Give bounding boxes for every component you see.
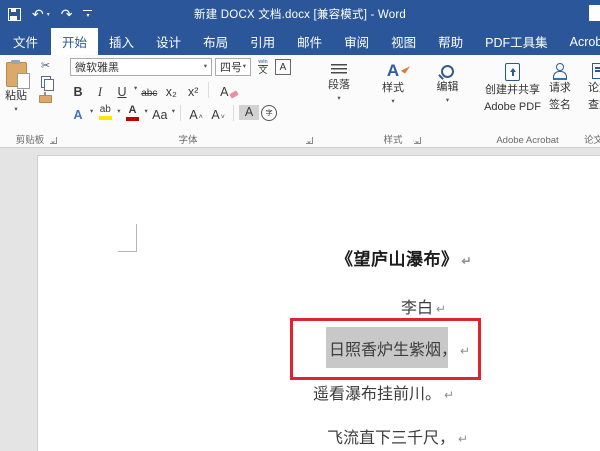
paragraph-mark-icon: ↵ bbox=[436, 302, 446, 316]
brush-icon bbox=[401, 63, 410, 73]
styles-icon: A bbox=[387, 62, 399, 79]
ribbon: 粘贴 ▾ ✂ 剪贴板 微软雅黑 ▾ 四号 ▾ wén 文 bbox=[0, 55, 600, 148]
tab-design[interactable]: 设计 bbox=[145, 28, 192, 55]
adobe-acrobat-group: 创建并共享 Adobe PDF 请求 签名 Adobe Acrobat bbox=[471, 55, 584, 147]
tab-help[interactable]: 帮助 bbox=[427, 28, 474, 55]
superscript-button[interactable]: x² bbox=[183, 80, 203, 99]
poem-title[interactable]: 《望庐山瀑布》↵ bbox=[336, 245, 472, 270]
tab-review[interactable]: 审阅 bbox=[333, 28, 380, 55]
tab-home[interactable]: 开始 bbox=[51, 28, 98, 55]
highlight-color-bar bbox=[99, 116, 112, 120]
tab-file[interactable]: 文件 bbox=[0, 28, 51, 55]
signature-person-icon bbox=[552, 63, 568, 79]
font-color-bar bbox=[126, 117, 139, 121]
search-icon bbox=[441, 65, 454, 78]
underline-button[interactable]: U bbox=[112, 80, 132, 99]
styles-dialog-launcher[interactable] bbox=[414, 137, 421, 144]
text-effects-button[interactable]: A bbox=[68, 103, 88, 122]
font-group: 微软雅黑 ▾ 四号 ▾ wén 文 A B I U ▾ abc x₂ x² A bbox=[60, 55, 316, 147]
acrobat-group-label: Adobe Acrobat bbox=[471, 135, 584, 146]
styles-label: 样式 bbox=[382, 82, 404, 96]
editing-label: 编辑 bbox=[437, 81, 459, 95]
window-title: 新建 DOCX 文档.docx [兼容模式] - Word bbox=[0, 0, 600, 28]
font-size-chevron-down-icon[interactable]: ▾ bbox=[243, 64, 246, 71]
shrink-font-button[interactable]: A˅ bbox=[208, 103, 228, 122]
strikethrough-button[interactable]: abc bbox=[139, 80, 159, 99]
font-size-combobox[interactable]: 四号 ▾ bbox=[215, 58, 251, 76]
clipboard-group: 粘贴 ▾ ✂ 剪贴板 bbox=[0, 55, 60, 147]
paragraph-lines-icon bbox=[331, 64, 347, 76]
text-effects-chevron-down-icon[interactable]: ▾ bbox=[90, 109, 93, 116]
subscript-button[interactable]: x₂ bbox=[161, 80, 181, 99]
poem-line-3[interactable]: 飞流直下三千尺，↵ bbox=[327, 424, 468, 448]
font-color-chevron-down-icon[interactable]: ▾ bbox=[145, 109, 148, 116]
grow-font-button[interactable]: A˄ bbox=[186, 103, 206, 122]
character-shading-button[interactable]: A bbox=[239, 105, 259, 120]
styles-group: A 样式 ▾ 样式 bbox=[362, 55, 424, 147]
baidu-group-label: 论文查重 bbox=[584, 132, 600, 146]
title-bar: ↶ ▾ ↷ ▾ 新建 DOCX 文档.docx [兼容模式] - Word bbox=[0, 0, 600, 28]
font-name-combobox[interactable]: 微软雅黑 ▾ bbox=[70, 58, 212, 76]
editing-chevron-down-icon[interactable]: ▾ bbox=[446, 98, 449, 105]
titlebar-clipped-control bbox=[589, 5, 600, 21]
font-color-button[interactable]: A bbox=[123, 103, 143, 122]
underline-chevron-down-icon[interactable]: ▾ bbox=[134, 86, 137, 93]
clear-formatting-button[interactable]: A bbox=[214, 80, 234, 99]
font-dialog-launcher[interactable] bbox=[306, 137, 313, 144]
character-border-icon[interactable]: A bbox=[275, 59, 291, 75]
change-case-chevron-down-icon[interactable]: ▾ bbox=[172, 109, 175, 116]
copy-icon[interactable] bbox=[41, 76, 51, 88]
paragraph-label: 段落 bbox=[328, 79, 350, 93]
font-name-chevron-down-icon[interactable]: ▾ bbox=[204, 64, 207, 71]
poem-author[interactable]: 李白↵ bbox=[401, 294, 446, 318]
enclose-characters-icon[interactable]: 字 bbox=[261, 105, 277, 121]
paragraph-chevron-down-icon[interactable]: ▾ bbox=[337, 96, 340, 103]
bold-button[interactable]: B bbox=[68, 80, 88, 99]
font-name-value: 微软雅黑 bbox=[75, 59, 119, 75]
paragraph-button[interactable]: 段落 ▾ bbox=[316, 55, 362, 127]
baidu-clipped-group: 论文 查重 论文查重 bbox=[584, 55, 600, 147]
tab-layout[interactable]: 布局 bbox=[192, 28, 239, 55]
margin-corner-mark bbox=[118, 224, 137, 252]
paragraph-mark-icon: ↵ bbox=[444, 388, 454, 402]
editing-group: 编辑 ▾ bbox=[424, 55, 471, 147]
change-case-button[interactable]: Aa bbox=[150, 103, 170, 122]
tab-insert[interactable]: 插入 bbox=[98, 28, 145, 55]
paragraph-mark-icon: ↵ bbox=[462, 254, 473, 268]
pdf-document-icon bbox=[505, 63, 520, 81]
tab-mailings[interactable]: 邮件 bbox=[286, 28, 333, 55]
tab-pdf-tools[interactable]: PDF工具集 bbox=[474, 28, 559, 55]
ribbon-tab-bar: 文件 开始 插入 设计 布局 引用 邮件 审阅 视图 帮助 PDF工具集 Acr… bbox=[0, 28, 600, 55]
paste-clipboard-icon bbox=[6, 62, 27, 87]
highlight-chevron-down-icon[interactable]: ▾ bbox=[117, 109, 120, 116]
paragraph-mark-icon: ↵ bbox=[458, 432, 468, 446]
text-highlight-button[interactable]: ab bbox=[95, 103, 115, 122]
paste-chevron-down-icon[interactable]: ▾ bbox=[14, 107, 17, 114]
cut-icon[interactable]: ✂ bbox=[41, 61, 50, 72]
document-page[interactable] bbox=[37, 155, 600, 451]
font-size-value: 四号 bbox=[220, 59, 242, 75]
red-annotation-box bbox=[290, 318, 481, 380]
format-painter-icon[interactable] bbox=[39, 95, 52, 103]
request-signatures-button[interactable]: 请求 签名 bbox=[549, 55, 571, 127]
paste-button[interactable]: 粘贴 ▾ bbox=[0, 59, 32, 131]
editing-button[interactable]: 编辑 ▾ bbox=[424, 55, 471, 127]
italic-button[interactable]: I bbox=[90, 80, 110, 99]
document-check-icon bbox=[592, 63, 600, 79]
tab-view[interactable]: 视图 bbox=[380, 28, 427, 55]
styles-button[interactable]: A 样式 ▾ bbox=[362, 55, 424, 127]
create-share-pdf-button[interactable]: 创建并共享 Adobe PDF bbox=[484, 55, 541, 127]
paste-label: 粘贴 bbox=[5, 90, 27, 104]
tab-acrobat[interactable]: Acrobat bbox=[559, 28, 600, 55]
paper-check-button[interactable]: 论文 查重 bbox=[584, 55, 600, 127]
styles-chevron-down-icon[interactable]: ▾ bbox=[391, 99, 394, 106]
tab-references[interactable]: 引用 bbox=[239, 28, 286, 55]
poem-line-2[interactable]: 遥看瀑布挂前川。↵ bbox=[313, 380, 454, 404]
eraser-icon bbox=[230, 90, 239, 98]
clipboard-dialog-launcher[interactable] bbox=[50, 137, 57, 144]
paragraph-group: 段落 ▾ bbox=[316, 55, 362, 147]
font-group-label: 字体 bbox=[60, 132, 316, 146]
phonetic-guide-icon[interactable]: wén 文 bbox=[254, 60, 272, 75]
